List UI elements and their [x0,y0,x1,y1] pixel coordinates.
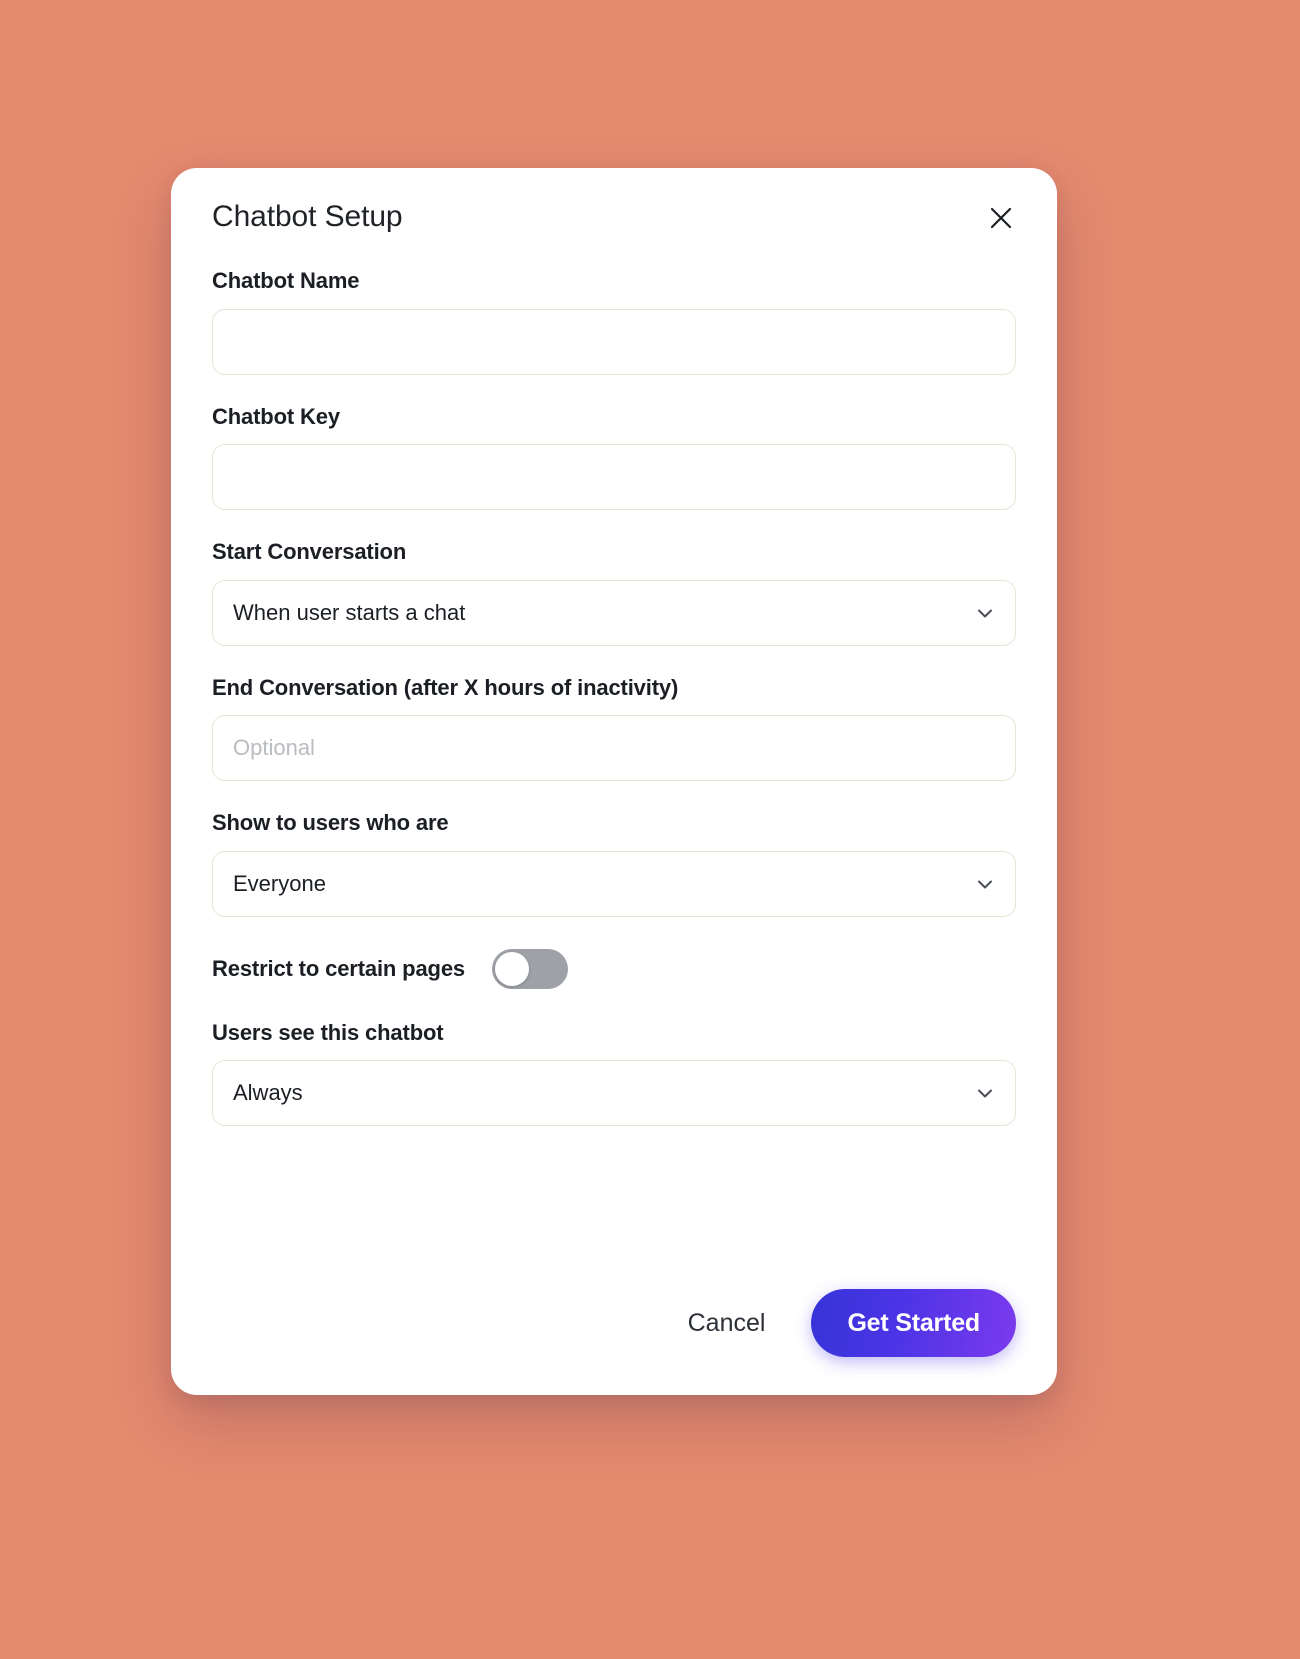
chatbot-setup-modal: Chatbot Setup Chatbot Name Chatbot Key S… [171,168,1057,1395]
modal-footer: Cancel Get Started [212,1279,1016,1395]
modal-header: Chatbot Setup [212,168,1016,235]
field-end-conversation: End Conversation (after X hours of inact… [212,674,1016,781]
end-conversation-input[interactable] [212,715,1016,781]
start-conversation-select-wrap: When user starts a chat [212,579,1016,646]
restrict-pages-label: Restrict to certain pages [212,955,465,981]
field-visibility: Users see this chatbot Always [212,1019,1016,1126]
page-title: Chatbot Setup [212,200,403,233]
field-chatbot-name: Chatbot Name [212,267,1016,375]
visibility-label: Users see this chatbot [212,1019,444,1045]
restrict-pages-toggle[interactable] [492,948,568,989]
start-conversation-label: Start Conversation [212,539,407,564]
toggle-knob [495,951,529,986]
show-to-users-label: Show to users who are [212,810,449,835]
field-show-to-users: Show to users who are Everyone [212,809,1016,917]
close-icon [987,204,1015,232]
visibility-select[interactable]: Always [212,1060,1016,1126]
chatbot-name-label: Chatbot Name [212,268,360,293]
visibility-select-wrap: Always [212,1060,1016,1126]
show-to-users-select[interactable]: Everyone [212,850,1016,917]
field-chatbot-key: Chatbot Key [212,403,1016,510]
setup-form: Chatbot Name Chatbot Key Start Conversat… [212,235,1016,1279]
close-button[interactable] [984,201,1018,235]
field-start-conversation: Start Conversation When user starts a ch… [212,538,1016,646]
chatbot-key-label: Chatbot Key [212,403,340,429]
end-conversation-label: End Conversation (after X hours of inact… [212,674,679,700]
start-conversation-select[interactable]: When user starts a chat [212,579,1016,646]
field-restrict-pages: Restrict to certain pages [212,948,1016,989]
show-to-users-select-wrap: Everyone [212,850,1016,917]
get-started-button[interactable]: Get Started [811,1289,1016,1357]
cancel-button[interactable]: Cancel [686,1303,768,1344]
chatbot-key-input[interactable] [212,444,1016,510]
chatbot-name-input[interactable] [212,308,1016,375]
